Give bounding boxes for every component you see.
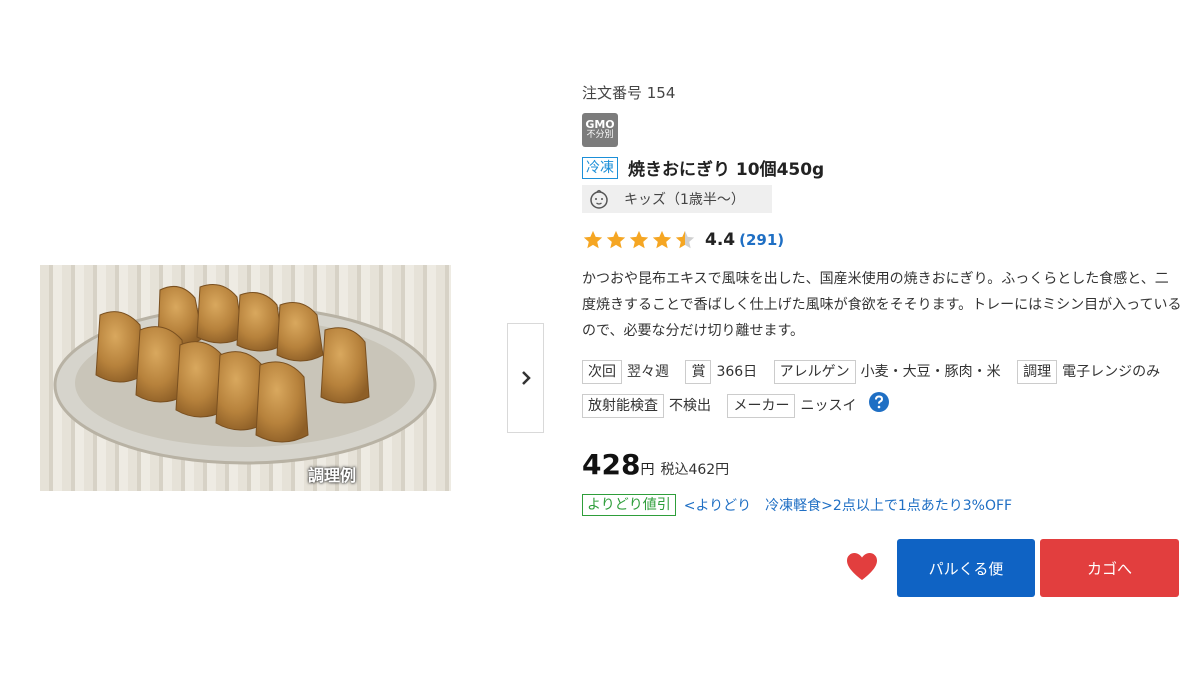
star-icon [583, 230, 603, 249]
pal-delivery-button[interactable]: パルくる便 [897, 539, 1035, 597]
kids-tag: キッズ（1歳半〜） [582, 185, 772, 213]
chevron-right-icon [521, 371, 531, 385]
product-title: 焼きおにぎり 10個450g [628, 160, 825, 180]
spec-label-radiation: 放射能検査 [582, 394, 664, 418]
spec-value-radiation: 不検出 [669, 398, 711, 414]
onigiri-photo [53, 284, 437, 465]
spec-value-maker: ニッスイ [800, 398, 857, 414]
spec-label-maker: メーカー [727, 394, 796, 418]
baby-face-icon [590, 189, 608, 209]
spec-value-allergen: 小麦・大豆・豚肉・米 [860, 364, 1001, 380]
gmo-badge: GMO 不分別 [582, 113, 618, 147]
spec-label-allergen: アレルゲン [773, 360, 856, 384]
star-rating [582, 229, 697, 251]
frozen-tag: 冷凍 [582, 156, 618, 179]
star-icon [629, 230, 649, 249]
spec-value-shelf-life: 366日 [716, 364, 758, 380]
star-icon [652, 230, 672, 249]
spec-list: 次回 翌々週 賞 366日 アレルゲン 小麦・大豆・豚肉・米 調理 電子レンジのみ 放射… [582, 355, 1182, 423]
review-count-link[interactable]: (291) [739, 231, 784, 249]
spec-label-next: 次回 [582, 360, 622, 384]
spec-label-shelf-life: 賞 [685, 360, 712, 384]
order-number: 注文番号 154 [582, 84, 676, 102]
spec-label-cooking: 調理 [1017, 360, 1058, 384]
heart-icon [847, 553, 877, 580]
gmo-badge-line2: 不分別 [586, 130, 614, 140]
promo-tag: よりどり値引 [582, 494, 676, 516]
gmo-badge-line1: GMO [585, 118, 615, 131]
product-description: かつおや昆布エキスで風味を出した、国産米使用の焼きおにぎり。ふっくらとした食感と… [582, 271, 1182, 339]
rating-value: 4.4 [705, 230, 736, 250]
title-row: 冷凍 焼きおにぎり 10個450g [582, 155, 824, 180]
spec-value-next: 翌々週 [627, 364, 669, 380]
promo-row: よりどり値引 <よりどり 冷凍軽食>2点以上で1点あたり3%OFF [582, 494, 1012, 516]
image-caption: 調理例 [308, 466, 357, 485]
price-unit: 円 [640, 462, 655, 478]
price-tax-included: 税込462円 [660, 462, 730, 478]
price-value: 428 [582, 448, 641, 481]
question-circle-icon[interactable] [868, 391, 890, 413]
favorite-button[interactable] [846, 552, 878, 582]
rating-row: 4.4 (291) [582, 229, 784, 251]
star-half-icon [675, 230, 695, 249]
promo-link[interactable]: <よりどり 冷凍軽食>2点以上で1点あたり3%OFF [684, 495, 1012, 515]
kids-label: キッズ（1歳半〜） [624, 192, 745, 208]
product-image[interactable]: 調理例 [40, 265, 451, 491]
add-to-cart-button[interactable]: カゴへ [1040, 539, 1179, 597]
price-row: 428 円 税込462円 [582, 448, 729, 481]
next-image-button[interactable] [507, 323, 544, 433]
spec-value-cooking: 電子レンジのみ [1062, 364, 1161, 380]
star-icon [606, 230, 626, 249]
